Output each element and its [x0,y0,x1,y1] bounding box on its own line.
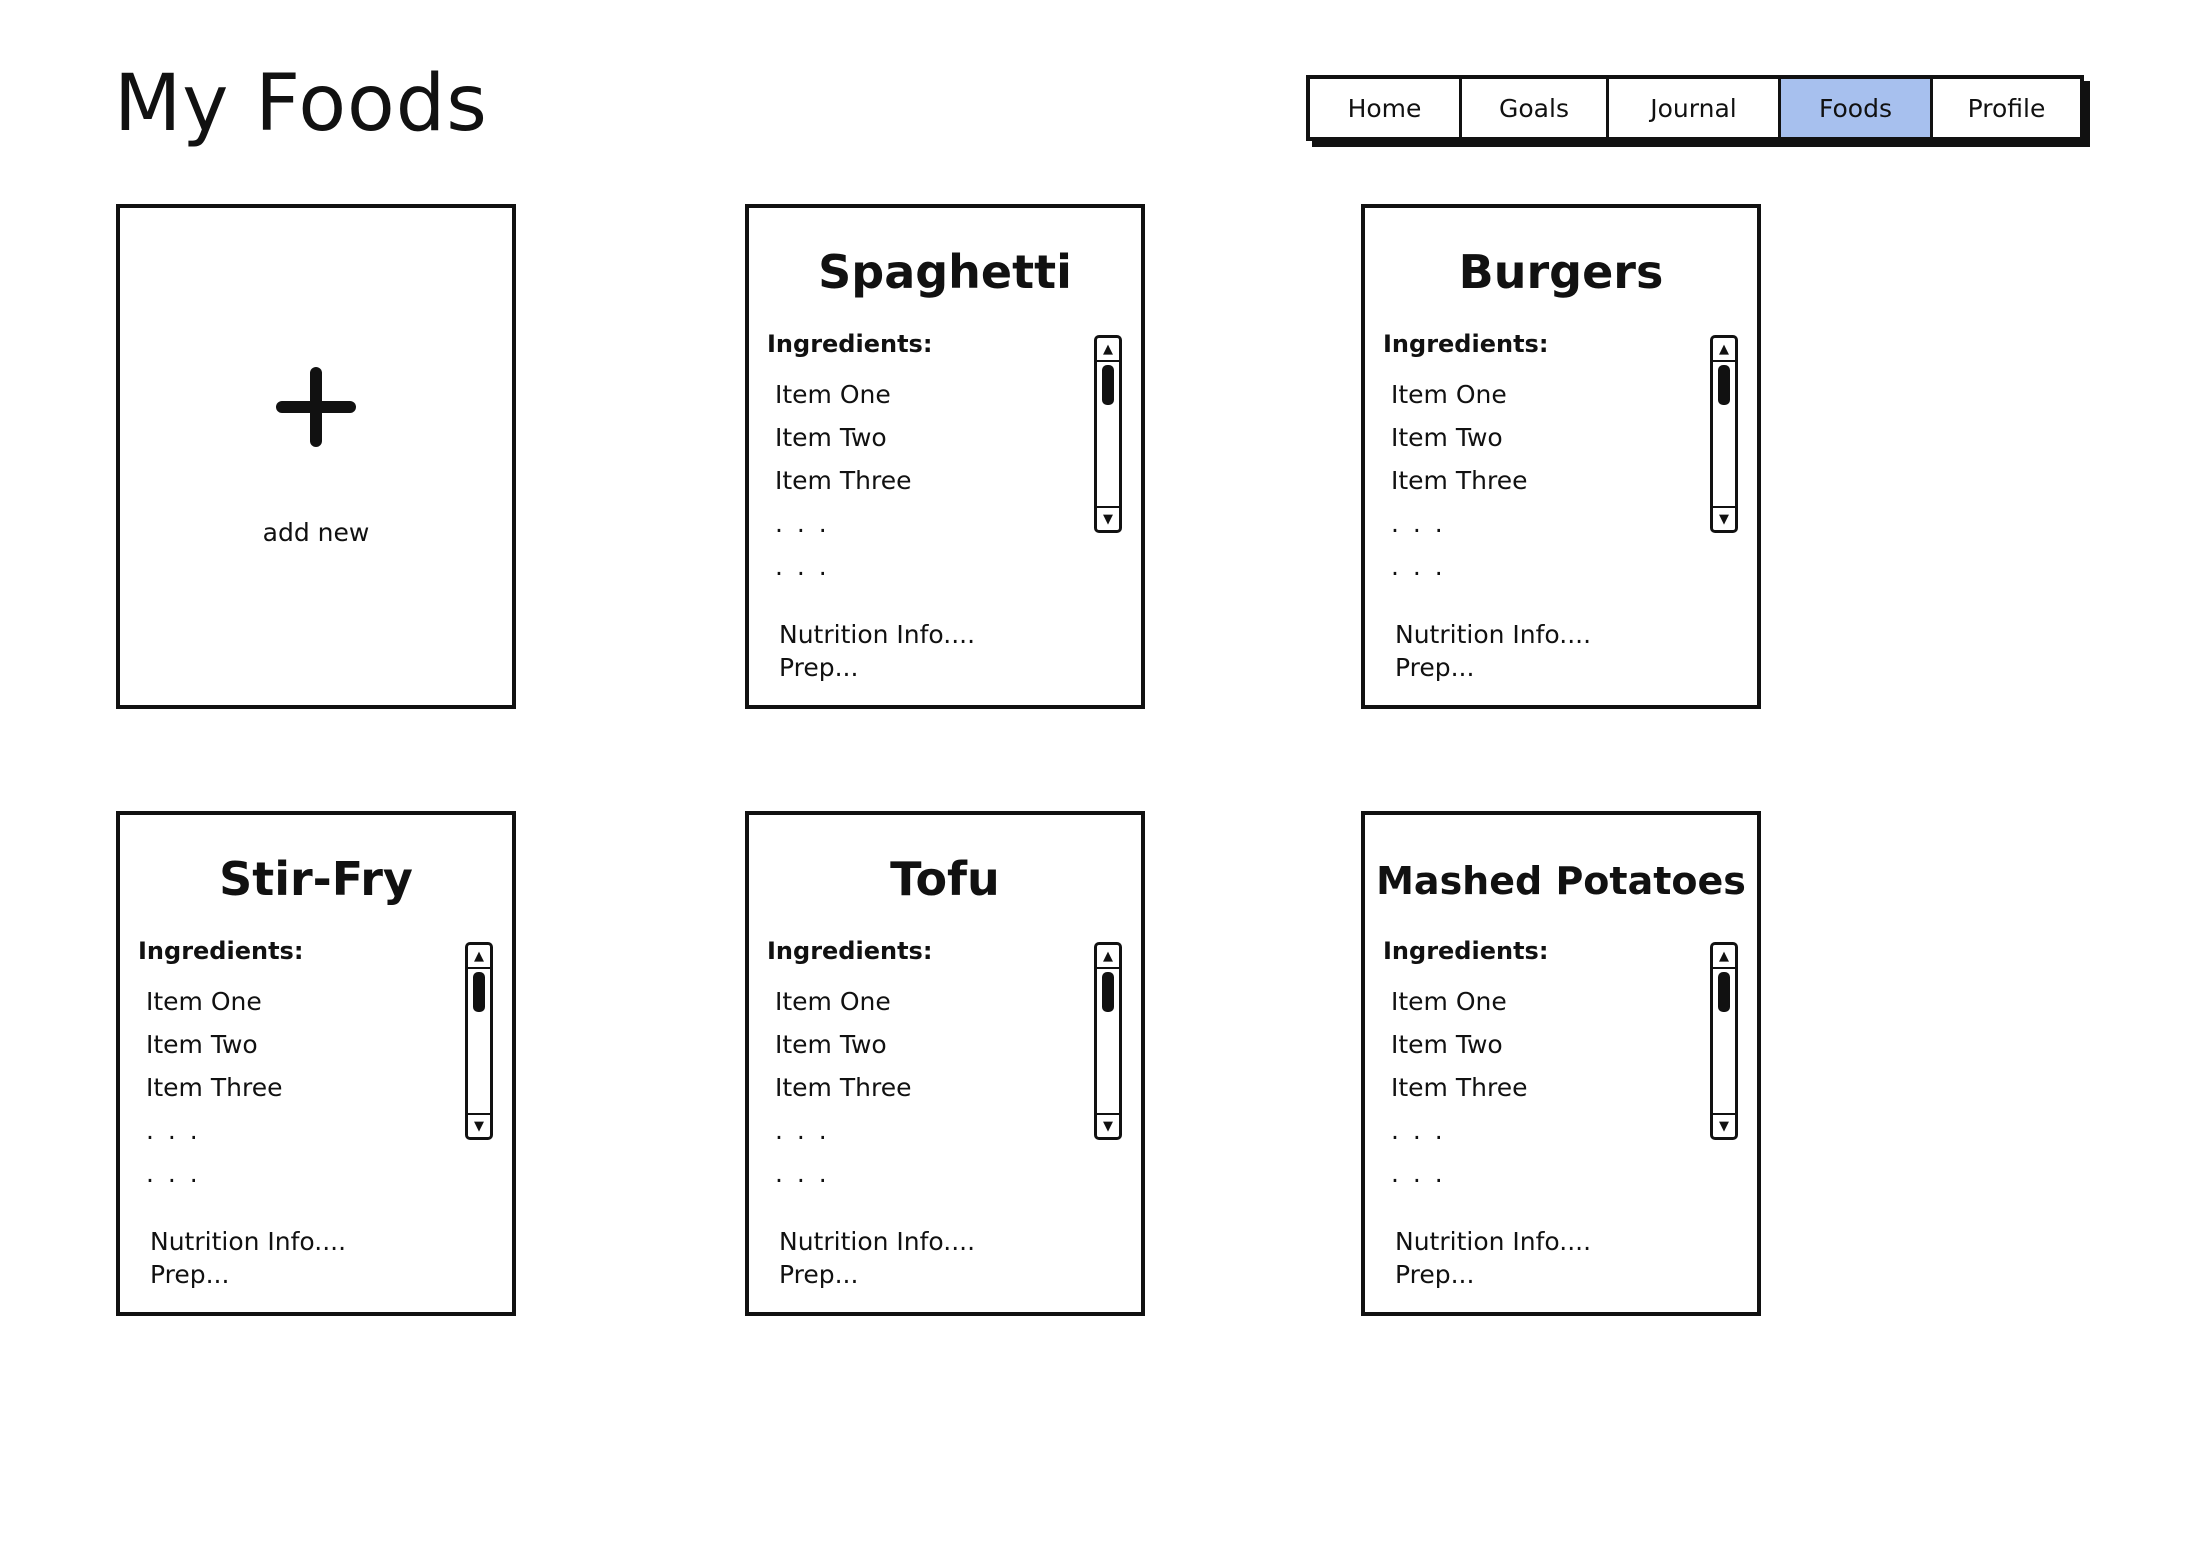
scroll-down-arrow-icon[interactable]: ▼ [1713,1113,1735,1137]
card-footer: Nutrition Info.... Prep... [1395,618,1591,684]
ingredient-item: Item Two [1391,423,1503,452]
prep-link[interactable]: Prep... [150,1258,346,1291]
scroll-thumb[interactable] [1718,972,1730,1012]
nav-journal[interactable]: Journal [1606,79,1778,137]
ingredient-item: . . . [1391,552,1446,581]
ingredient-item: Item One [1391,987,1507,1016]
nav-profile[interactable]: Profile [1930,79,2080,137]
ingredients-scrollbar[interactable]: ▲ ▼ [1094,335,1122,533]
ingredients-list: Item One Item Two Item Three . . . . . . [775,373,911,588]
ingredient-item: Item Two [1391,1030,1503,1059]
ingredient-item: . . . [775,1159,830,1188]
food-title: Spaghetti [818,245,1072,299]
scroll-thumb[interactable] [1718,365,1730,405]
prep-link[interactable]: Prep... [1395,1258,1591,1291]
nav-bar: Home Goals Journal Foods Profile [1306,75,2084,141]
card-footer: Nutrition Info.... Prep... [150,1225,346,1291]
prep-link[interactable]: Prep... [779,651,975,684]
ingredients-list: Item One Item Two Item Three . . . . . . [1391,980,1527,1195]
page-title: My Foods [114,59,488,149]
ingredient-item: Item One [775,987,891,1016]
scroll-thumb[interactable] [1102,972,1114,1012]
ingredient-item: Item Three [1391,466,1528,495]
prep-link[interactable]: Prep... [1395,651,1591,684]
ingredients-scrollbar[interactable]: ▲ ▼ [465,942,493,1140]
ingredient-item: . . . [146,1116,201,1145]
plus-icon [276,367,356,447]
ingredient-item: Item Three [146,1073,283,1102]
ingredients-scrollbar[interactable]: ▲ ▼ [1094,942,1122,1140]
nutrition-info-link[interactable]: Nutrition Info.... [1395,1225,1591,1258]
card-footer: Nutrition Info.... Prep... [1395,1225,1591,1291]
scroll-down-arrow-icon[interactable]: ▼ [1713,506,1735,530]
ingredients-list: Item One Item Two Item Three . . . . . . [1391,373,1527,588]
food-card[interactable]: Tofu Ingredients: Item One Item Two Item Thr… [745,811,1145,1316]
scroll-up-arrow-icon[interactable]: ▲ [468,945,490,969]
food-card[interactable]: Burgers Ingredients: Item One Item Two Item … [1361,204,1761,709]
ingredient-item: . . . [1391,1159,1446,1188]
nav-goals[interactable]: Goals [1459,79,1606,137]
scroll-down-arrow-icon[interactable]: ▼ [1097,506,1119,530]
nutrition-info-link[interactable]: Nutrition Info.... [779,1225,975,1258]
food-title: Tofu [890,852,1000,906]
scroll-down-arrow-icon[interactable]: ▼ [468,1113,490,1137]
ingredients-scrollbar[interactable]: ▲ ▼ [1710,942,1738,1140]
scroll-thumb[interactable] [1102,365,1114,405]
food-card[interactable]: Spaghetti Ingredients: Item One Item Two Ite… [745,204,1145,709]
ingredients-label: Ingredients: [767,937,933,965]
add-new-card[interactable]: add new [116,204,516,709]
ingredient-item: . . . [1391,1116,1446,1145]
ingredient-item: . . . [1391,509,1446,538]
ingredient-item: . . . [146,1159,201,1188]
ingredient-item: Item Three [775,1073,912,1102]
ingredient-item: . . . [775,552,830,581]
nutrition-info-link[interactable]: Nutrition Info.... [779,618,975,651]
ingredients-label: Ingredients: [767,330,933,358]
ingredient-item: Item One [1391,380,1507,409]
ingredient-item: Item One [146,987,262,1016]
ingredients-label: Ingredients: [1383,937,1549,965]
ingredient-item: Item Three [1391,1073,1528,1102]
food-title: Mashed Potatoes [1376,859,1746,903]
ingredient-item: Item Two [775,423,887,452]
nutrition-info-link[interactable]: Nutrition Info.... [150,1225,346,1258]
scroll-up-arrow-icon[interactable]: ▲ [1097,945,1119,969]
ingredients-label: Ingredients: [138,937,304,965]
ingredients-label: Ingredients: [1383,330,1549,358]
nutrition-info-link[interactable]: Nutrition Info.... [1395,618,1591,651]
scroll-down-arrow-icon[interactable]: ▼ [1097,1113,1119,1137]
ingredient-item: Item One [775,380,891,409]
food-card[interactable]: Mashed Potatoes Ingredients: Item One Item … [1361,811,1761,1316]
ingredient-item: . . . [775,509,830,538]
scroll-up-arrow-icon[interactable]: ▲ [1097,338,1119,362]
scroll-up-arrow-icon[interactable]: ▲ [1713,945,1735,969]
food-title: Burgers [1458,245,1664,299]
card-footer: Nutrition Info.... Prep... [779,1225,975,1291]
nav-foods[interactable]: Foods [1778,79,1930,137]
prep-link[interactable]: Prep... [779,1258,975,1291]
food-card[interactable]: Stir-Fry Ingredients: Item One Item Two Item… [116,811,516,1316]
add-new-label: add new [262,518,370,547]
ingredient-item: Item Two [146,1030,258,1059]
scroll-thumb[interactable] [473,972,485,1012]
nav-home[interactable]: Home [1310,79,1459,137]
ingredients-scrollbar[interactable]: ▲ ▼ [1710,335,1738,533]
card-footer: Nutrition Info.... Prep... [779,618,975,684]
ingredient-item: Item Two [775,1030,887,1059]
ingredient-item: Item Three [775,466,912,495]
ingredients-list: Item One Item Two Item Three . . . . . . [146,980,282,1195]
food-title: Stir-Fry [219,852,413,906]
ingredients-list: Item One Item Two Item Three . . . . . . [775,980,911,1195]
ingredient-item: . . . [775,1116,830,1145]
scroll-up-arrow-icon[interactable]: ▲ [1713,338,1735,362]
